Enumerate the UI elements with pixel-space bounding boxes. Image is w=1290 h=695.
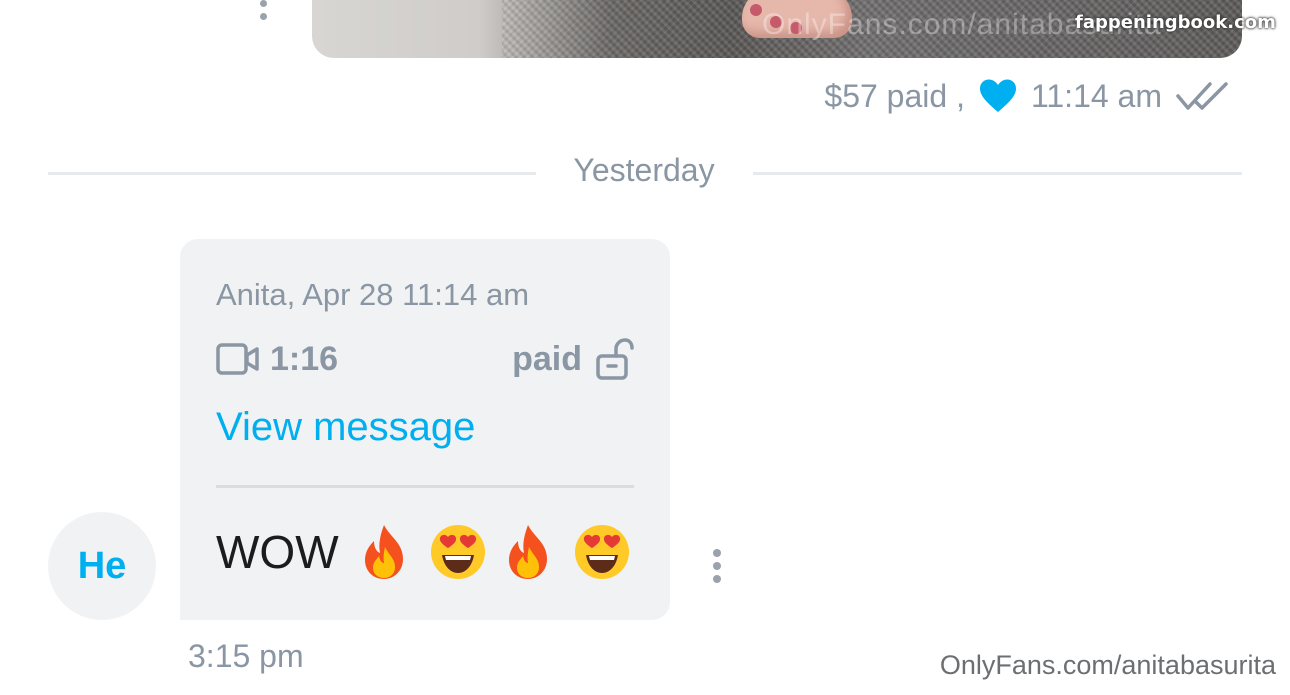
paid-label: paid xyxy=(512,339,582,378)
avatar[interactable]: He xyxy=(48,512,156,620)
message-menu-icon[interactable] xyxy=(708,547,728,587)
site-badge: fappeningbook.com xyxy=(1075,12,1276,33)
divider-line-left xyxy=(48,172,536,175)
fire-emoji-icon xyxy=(357,523,411,581)
fire-emoji-icon xyxy=(501,523,555,581)
sent-message-menu-icon[interactable] xyxy=(256,0,272,24)
view-message-link[interactable]: View message xyxy=(216,405,475,450)
heart-icon[interactable] xyxy=(979,79,1017,113)
message-time: 3:15 pm xyxy=(188,638,304,674)
heart-eyes-emoji-icon xyxy=(573,523,629,581)
message-bubble: Anita, Apr 28 11:14 am 1:16 paid View me… xyxy=(180,239,670,620)
sent-message-meta: $57 paid , 11:14 am xyxy=(824,74,1232,118)
footer-watermark: OnlyFans.com/anitabasurita xyxy=(939,650,1276,680)
sent-time: 11:14 am xyxy=(1030,77,1162,114)
avatar-initials: He xyxy=(77,544,127,587)
heart-eyes-emoji-icon xyxy=(429,523,485,581)
divider-line-right xyxy=(753,172,1242,175)
video-camera-icon xyxy=(216,342,260,376)
price-text: $57 paid , xyxy=(824,77,965,114)
bubble-separator xyxy=(216,485,634,488)
paid-status: paid xyxy=(512,338,634,380)
unlocked-lock-icon xyxy=(596,338,634,380)
message-header: Anita, Apr 28 11:14 am xyxy=(216,277,530,312)
date-divider-label: Yesterday xyxy=(573,152,715,188)
chat-screen: OnlyFans.com/anitabasurita fappeningbook… xyxy=(0,0,1290,695)
message-text: WOW xyxy=(216,526,339,578)
double-check-icon xyxy=(1176,80,1232,112)
message-text-row: WOW xyxy=(216,523,629,581)
video-duration: 1:16 xyxy=(270,339,339,378)
media-info-row: 1:16 paid xyxy=(216,337,634,381)
